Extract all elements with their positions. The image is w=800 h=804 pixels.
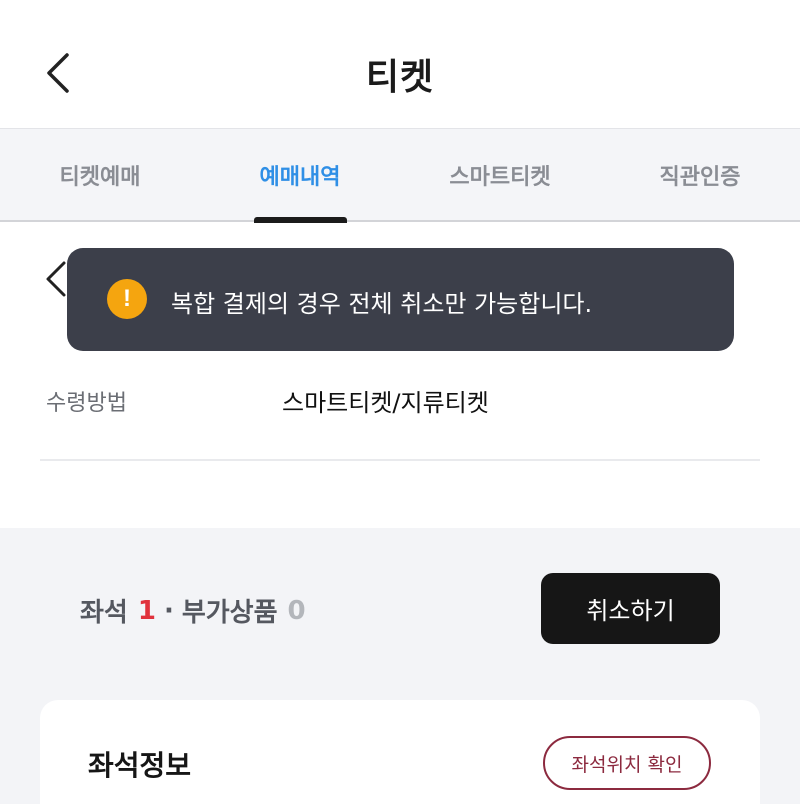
cancel-button[interactable]: 취소하기	[541, 573, 720, 644]
tab-smart-ticket[interactable]: 스마트티켓	[400, 129, 600, 221]
toast-message: ! 복합 결제의 경우 전체 취소만 가능합니다.	[67, 248, 734, 351]
seat-info-title: 좌석정보	[88, 749, 192, 782]
app-header: 티켓	[0, 0, 800, 128]
seat-addon-count: 좌석 1 · 부가상품 0	[80, 592, 306, 629]
seat-info-card: 좌석정보 좌석위치 확인	[40, 700, 760, 804]
addon-count: 0	[287, 595, 306, 626]
separator: ·	[163, 595, 174, 626]
tab-booking-history[interactable]: 예매내역	[200, 129, 400, 221]
warning-icon: !	[107, 279, 147, 319]
tab-attendance-verification[interactable]: 직관인증	[600, 129, 800, 221]
seat-summary-section: 좌석 1 · 부가상품 0 취소하기 좌석정보 좌석위치 확인	[0, 528, 800, 804]
seat-label: 좌석	[80, 598, 128, 628]
receive-method-label: 수령방법	[46, 391, 127, 416]
tab-ticket-booking[interactable]: 티켓예매	[0, 129, 200, 221]
page-title: 티켓	[365, 57, 435, 98]
seat-location-button[interactable]: 좌석위치 확인	[543, 736, 711, 790]
chevron-left-icon[interactable]	[44, 259, 68, 303]
seat-count: 1	[137, 595, 156, 626]
toast-text: 복합 결제의 경우 전체 취소만 가능합니다.	[171, 290, 593, 318]
divider	[40, 459, 760, 461]
tab-bar: 티켓예매 예매내역 스마트티켓 직관인증	[0, 128, 800, 222]
receive-method-value: 스마트티켓/지류티켓	[282, 389, 489, 417]
addon-label: 부가상품	[181, 598, 278, 628]
